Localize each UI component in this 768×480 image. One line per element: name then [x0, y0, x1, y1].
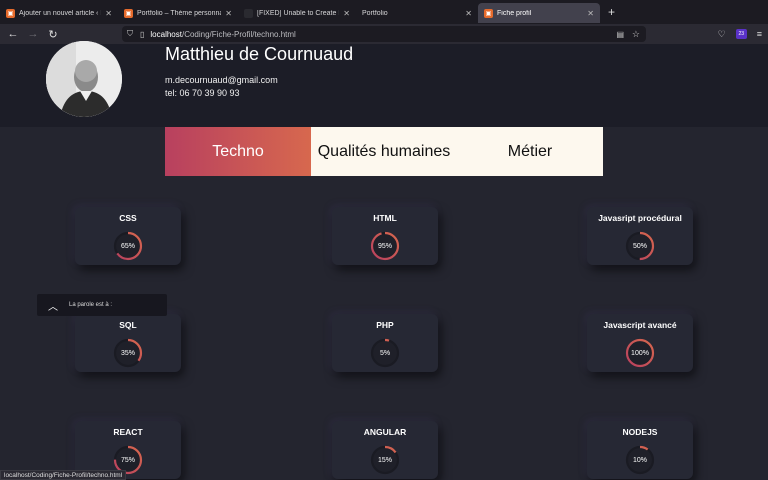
close-icon[interactable]: ✕	[225, 9, 232, 18]
close-icon[interactable]: ✕	[465, 9, 472, 18]
browser-tab-bar: ▣ Ajouter un nouvel article ‹ Portfolio …	[0, 0, 768, 24]
browser-tab[interactable]: Portfolio ✕	[356, 3, 478, 23]
skill-label: ANGULAR	[363, 427, 407, 437]
url-host: localhost	[150, 29, 182, 39]
skill-percent: 95%	[377, 242, 392, 250]
browser-tab-title: Ajouter un nouvel article ‹ Portfolio	[19, 9, 101, 17]
tab-qualites-humaines[interactable]: Qualités humaines	[311, 127, 457, 176]
close-icon[interactable]: ✕	[343, 9, 350, 18]
close-icon[interactable]: ✕	[587, 9, 594, 18]
extension-icon[interactable]: 23	[735, 29, 747, 39]
chevron-up-icon[interactable]: ︿	[37, 294, 69, 316]
reload-icon[interactable]: ↻	[43, 28, 63, 41]
menu-icon[interactable]: ≡	[757, 29, 762, 39]
profile-email: m.decournuaud@gmail.com	[165, 75, 278, 85]
skill-label: CSS	[119, 213, 137, 223]
pocket-icon[interactable]: ♡	[718, 29, 726, 40]
tab-metier[interactable]: Métier	[457, 127, 603, 176]
new-tab-icon[interactable]: +	[608, 5, 615, 19]
browser-tab-active[interactable]: ▣ Fiche profil ✕	[478, 3, 600, 23]
toast-message: La parole est à :	[69, 302, 113, 308]
skill-label: PHP	[376, 320, 394, 330]
tab-techno[interactable]: Techno	[165, 127, 311, 176]
skill-label: Javascript avancé	[603, 320, 677, 330]
skill-percent: 5%	[379, 349, 391, 357]
url-path: /Coding/Fiche-Profil/techno.html	[181, 29, 296, 39]
skill-percent: 35%	[120, 349, 135, 357]
browser-tab[interactable]: ▣ Ajouter un nouvel article ‹ Portfolio …	[0, 3, 118, 23]
shield-icon[interactable]: ⛉	[127, 29, 133, 39]
skill-percent: 50%	[632, 242, 647, 250]
page-favicon-icon	[244, 8, 253, 18]
avatar	[46, 41, 122, 117]
close-icon[interactable]: ✕	[105, 9, 112, 18]
section-tabs: Techno Qualités humaines Métier	[165, 127, 603, 176]
skill-card: Javascript avancé 100%	[587, 314, 693, 372]
skill-percent: 100%	[631, 349, 649, 357]
page-icon: ▯	[140, 29, 145, 39]
browser-tab-title: [FIXED] Unable to Create Directory	[257, 9, 339, 17]
back-icon[interactable]: ←	[3, 28, 23, 40]
status-bar-url: localhost/Coding/Fiche-Profil/techno.htm…	[0, 470, 127, 480]
skill-percent: 10%	[632, 456, 647, 464]
skill-percent: 65%	[120, 242, 135, 250]
browser-tab[interactable]: ▣ Portfolio – Thème personnalisé ✕	[118, 3, 238, 23]
skill-label: REACT	[113, 427, 143, 437]
skill-card: CSS 65%	[75, 207, 181, 265]
page-favicon-icon: ▣	[484, 8, 493, 18]
skill-percent: 15%	[377, 456, 392, 464]
browser-tab-title: Portfolio – Thème personnalisé	[137, 9, 221, 17]
skill-card: NODEJS 10%	[587, 421, 693, 479]
wordpress-favicon-icon: ▣	[6, 8, 15, 18]
skill-card: Javasript procédural 50%	[587, 207, 693, 265]
profile-name: Matthieu de Cournuaud	[165, 44, 354, 64]
skill-label: NODEJS	[622, 427, 658, 437]
extension-badge: 23	[738, 31, 745, 37]
forward-icon[interactable]: →	[23, 28, 43, 40]
profile-phone: tel: 06 70 39 90 93	[165, 88, 240, 98]
reader-view-icon[interactable]: ▤	[616, 30, 624, 39]
skill-card: ANGULAR 15%	[332, 421, 438, 479]
url-bar[interactable]: ⛉ ▯ localhost/Coding/Fiche-Profil/techno…	[122, 26, 646, 42]
skill-label: Javasript procédural	[598, 213, 682, 223]
skill-label: HTML	[373, 213, 397, 223]
browser-tab-title: Portfolio	[362, 9, 388, 17]
browser-tab-title: Fiche profil	[497, 9, 532, 17]
speaker-toast: ︿ La parole est à :	[37, 294, 167, 316]
skill-card: HTML 95%	[332, 207, 438, 265]
bookmark-star-icon[interactable]: ☆	[632, 29, 640, 40]
wordpress-favicon-icon: ▣	[124, 8, 133, 18]
browser-nav-bar: ← → ↻ ⛉ ▯ localhost/Coding/Fiche-Profil/…	[0, 24, 768, 44]
browser-tab[interactable]: [FIXED] Unable to Create Directory ✕	[238, 3, 356, 23]
skill-label: SQL	[119, 320, 137, 330]
skill-card: PHP 5%	[332, 314, 438, 372]
skill-card: SQL 35%	[75, 314, 181, 372]
